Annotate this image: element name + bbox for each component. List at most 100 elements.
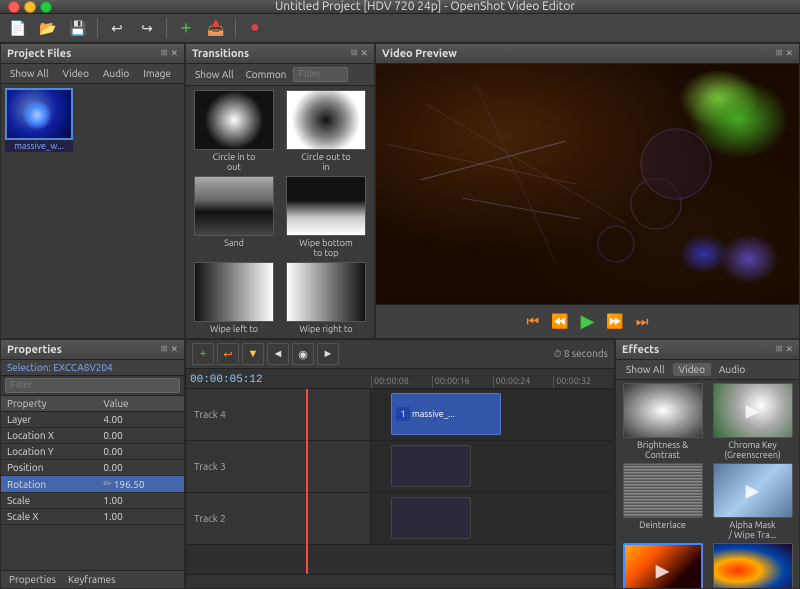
next-frame-button[interactable]: ⏩ xyxy=(602,311,627,332)
prop-scale-value: 1.00 xyxy=(97,493,184,509)
jump-start-button[interactable]: ⏮ xyxy=(523,311,544,332)
track-label-2: Track 2 xyxy=(186,493,371,544)
transitions-title: Transitions xyxy=(192,48,249,60)
prop-scale-label: Scale xyxy=(1,493,97,509)
transition-circle-in[interactable]: Circle in toout xyxy=(190,90,278,172)
transition-wipe-bottom[interactable]: Wipe bottomto top xyxy=(282,176,370,258)
jump-end-button[interactable]: ⏭ xyxy=(632,311,653,332)
prop-row-position[interactable]: Position 0.00 xyxy=(1,460,184,476)
timeline-back-button[interactable]: ↩ xyxy=(217,343,239,365)
new-button[interactable]: 📄 xyxy=(4,14,32,42)
effects-audio[interactable]: Audio xyxy=(713,363,751,376)
video-preview-close-icon[interactable]: ✕ xyxy=(785,48,793,59)
add-track-button[interactable]: + xyxy=(192,343,214,365)
track-content-2[interactable] xyxy=(371,493,614,544)
transition-wipe-right[interactable]: Wipe right to xyxy=(282,262,370,334)
import-button[interactable]: 📥 xyxy=(202,14,230,42)
effect-brightness[interactable]: Brightness &Contrast xyxy=(619,383,706,460)
transition-label-wipe-left: Wipe left to xyxy=(210,324,258,334)
prop-row-location-y[interactable]: Location Y 0.00 xyxy=(1,444,184,460)
record-button[interactable]: ● xyxy=(241,14,269,42)
effect-thumb-negative: ▶ xyxy=(623,543,703,588)
transition-circle-out[interactable]: Circle out toin xyxy=(282,90,370,172)
track-content-3[interactable] xyxy=(371,441,614,492)
timeline-next-button[interactable]: ► xyxy=(317,343,339,365)
effect-negative[interactable]: ▶ Negative xyxy=(619,543,706,588)
tab-audio[interactable]: Audio xyxy=(98,67,134,80)
close-button[interactable] xyxy=(8,1,20,13)
timeline-info-button[interactable]: ◉ xyxy=(292,343,314,365)
prop-col-property: Property xyxy=(1,396,97,412)
ruler-mark-2: 00:00:24 xyxy=(493,376,554,388)
video-preview-pin-icon[interactable]: ⊠ xyxy=(776,48,783,59)
prev-frame-button[interactable]: ⏪ xyxy=(547,311,572,332)
timeline-scrollbar[interactable] xyxy=(186,574,614,588)
project-files-close-icon[interactable]: ✕ xyxy=(170,48,178,59)
timeline-playhead[interactable] xyxy=(306,389,308,574)
transitions-filter-input[interactable] xyxy=(293,67,348,82)
track-row-3: Track 3 xyxy=(186,441,614,493)
properties-filter-area xyxy=(1,376,184,396)
transition-label-circle-in: Circle in toout xyxy=(213,152,256,172)
save-button[interactable]: 💾 xyxy=(64,14,92,42)
transitions-common[interactable]: Common xyxy=(241,68,292,81)
tab-properties[interactable]: Properties xyxy=(5,573,60,586)
ruler-mark-3: 00:00:32 xyxy=(553,376,614,388)
effect-colorsaturation[interactable]: ColorSaturation xyxy=(709,543,796,588)
chromakey-play-icon: ▶ xyxy=(746,400,760,421)
open-button[interactable]: 📂 xyxy=(34,14,62,42)
toolbar-separator-2 xyxy=(166,18,167,38)
minimize-button[interactable] xyxy=(24,1,36,13)
ruler-mark-0: 00:00:08 xyxy=(371,376,432,388)
prop-row-rotation[interactable]: Rotation ✏ 196.50 xyxy=(1,476,184,493)
transition-thumb-circle-in xyxy=(194,90,274,150)
prop-row-scale[interactable]: Scale 1.00 xyxy=(1,493,184,509)
prop-row-scale-x[interactable]: Scale X 1.00 xyxy=(1,509,184,525)
undo-button[interactable]: ↩ xyxy=(103,14,131,42)
properties-panel: Properties ⊠ ✕ Selection: EXCCA8V204 Pro… xyxy=(0,339,185,589)
effects-panel: Effects ⊠ ✕ Show All Video Audio Brightn… xyxy=(615,339,800,589)
prop-location-y-value: 0.00 xyxy=(97,444,184,460)
properties-close-icon[interactable]: ✕ xyxy=(170,344,178,355)
file-thumb-massive[interactable]: massive_w... xyxy=(5,88,73,152)
prop-layer-value: 4.00 xyxy=(97,412,184,428)
tab-image[interactable]: Image xyxy=(138,67,176,80)
prop-row-layer[interactable]: Layer 4.00 xyxy=(1,412,184,428)
tab-keyframes[interactable]: Keyframes xyxy=(64,573,120,586)
effects-show-all[interactable]: Show All xyxy=(620,363,671,376)
transition-wipe-left[interactable]: Wipe left to xyxy=(190,262,278,334)
tab-show-all[interactable]: Show All xyxy=(5,67,54,80)
effect-thumb-deinterlace xyxy=(623,463,703,518)
clip-massive[interactable]: massive_... xyxy=(391,393,501,435)
properties-pin-icon[interactable]: ⊠ xyxy=(161,344,168,355)
clip-track3 xyxy=(391,445,471,487)
maximize-button[interactable] xyxy=(40,1,52,13)
video-frame xyxy=(376,64,799,304)
timeline-prev-button[interactable]: ◄ xyxy=(267,343,289,365)
alphamask-play-icon: ▶ xyxy=(746,480,760,501)
effect-alphamask[interactable]: ▶ Alpha Mask/ Wipe Tra... xyxy=(709,463,796,540)
project-files-pin-icon[interactable]: ⊠ xyxy=(161,48,168,59)
effects-pin-icon[interactable]: ⊠ xyxy=(776,344,783,355)
window-controls[interactable] xyxy=(8,1,52,13)
timeline-marker-button[interactable]: ▼ xyxy=(242,343,264,365)
tab-video[interactable]: Video xyxy=(58,67,94,80)
transition-thumb-circle-out xyxy=(286,90,366,150)
redo-button[interactable]: ↪ xyxy=(133,14,161,42)
transitions-grid: Circle in toout Circle out toin Sand Wip… xyxy=(186,86,374,338)
effects-video[interactable]: Video xyxy=(673,363,711,376)
transitions-pin-icon[interactable]: ⊠ xyxy=(351,48,358,59)
effect-deinterlace[interactable]: Deinterlace xyxy=(619,463,706,540)
video-preview-header: Video Preview ⊠ ✕ xyxy=(376,44,799,64)
effect-chromakey[interactable]: ▶ Chroma Key(Greenscreen) xyxy=(709,383,796,460)
prop-row-location-x[interactable]: Location X 0.00 xyxy=(1,428,184,444)
properties-filter-input[interactable] xyxy=(5,378,180,393)
track-content-4[interactable]: massive_... xyxy=(371,389,614,440)
play-button[interactable]: ▶ xyxy=(577,309,599,334)
transitions-close-icon[interactable]: ✕ xyxy=(360,48,368,59)
effects-close-icon[interactable]: ✕ xyxy=(785,344,793,355)
transition-sand[interactable]: Sand xyxy=(190,176,278,258)
properties-title: Properties xyxy=(7,344,62,356)
add-button[interactable]: + xyxy=(172,14,200,42)
transitions-show-all[interactable]: Show All xyxy=(190,68,239,81)
